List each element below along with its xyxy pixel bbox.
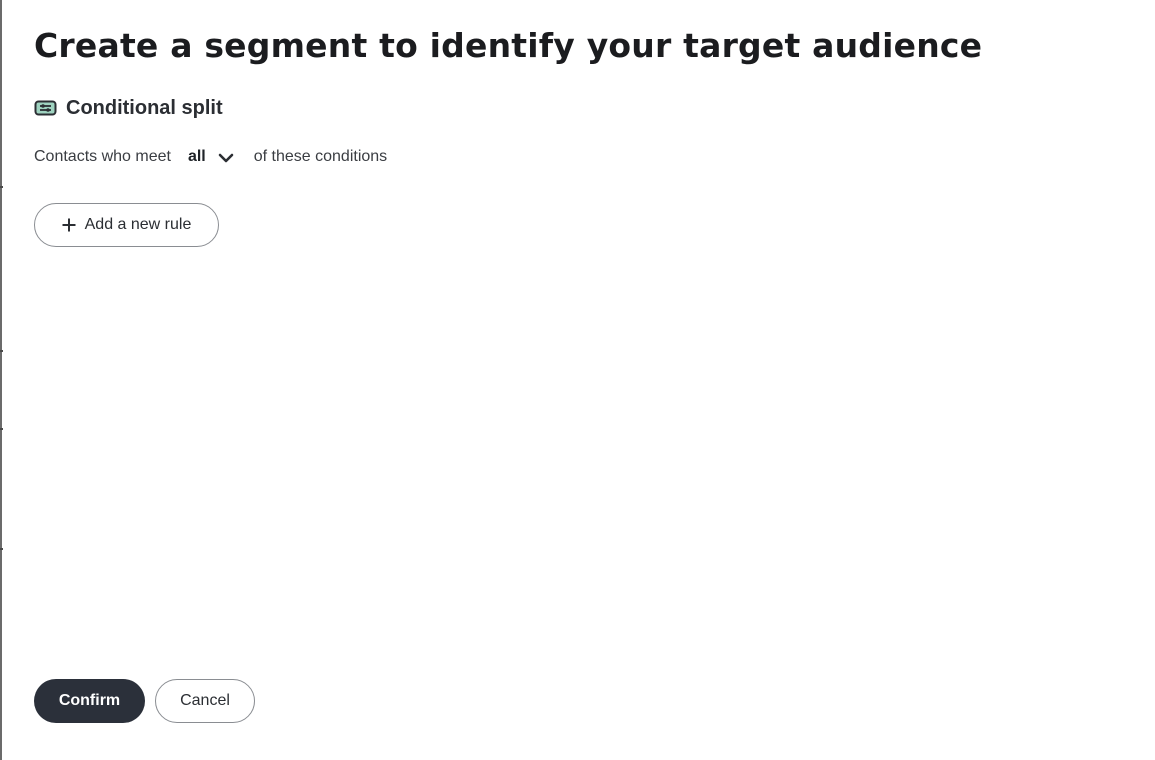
plus-icon	[62, 218, 76, 232]
panel-edge-marker	[0, 428, 3, 430]
condition-suffix: of these conditions	[253, 148, 388, 165]
panel-edge-marker	[0, 350, 3, 352]
condition-prefix: Contacts who meet	[34, 148, 171, 165]
section-title: Conditional split	[66, 97, 223, 119]
match-type-value: all	[187, 148, 206, 165]
add-new-rule-label: Add a new rule	[84, 216, 192, 233]
conditional-split-icon	[34, 100, 58, 118]
match-type-dropdown[interactable]: all	[188, 148, 234, 166]
panel-left-border	[0, 0, 2, 760]
confirm-button[interactable]: Confirm	[34, 679, 145, 723]
page-title: Create a segment to identify your target…	[34, 26, 983, 65]
cancel-button[interactable]: Cancel	[155, 679, 255, 723]
chevron-down-icon	[218, 151, 234, 163]
section-header: Conditional split	[34, 97, 223, 120]
add-new-rule-button[interactable]: Add a new rule	[34, 203, 219, 247]
condition-row: Contacts who meet all of these condition…	[34, 148, 387, 166]
panel-edge-marker	[0, 548, 3, 550]
panel-edge-marker	[0, 186, 3, 188]
